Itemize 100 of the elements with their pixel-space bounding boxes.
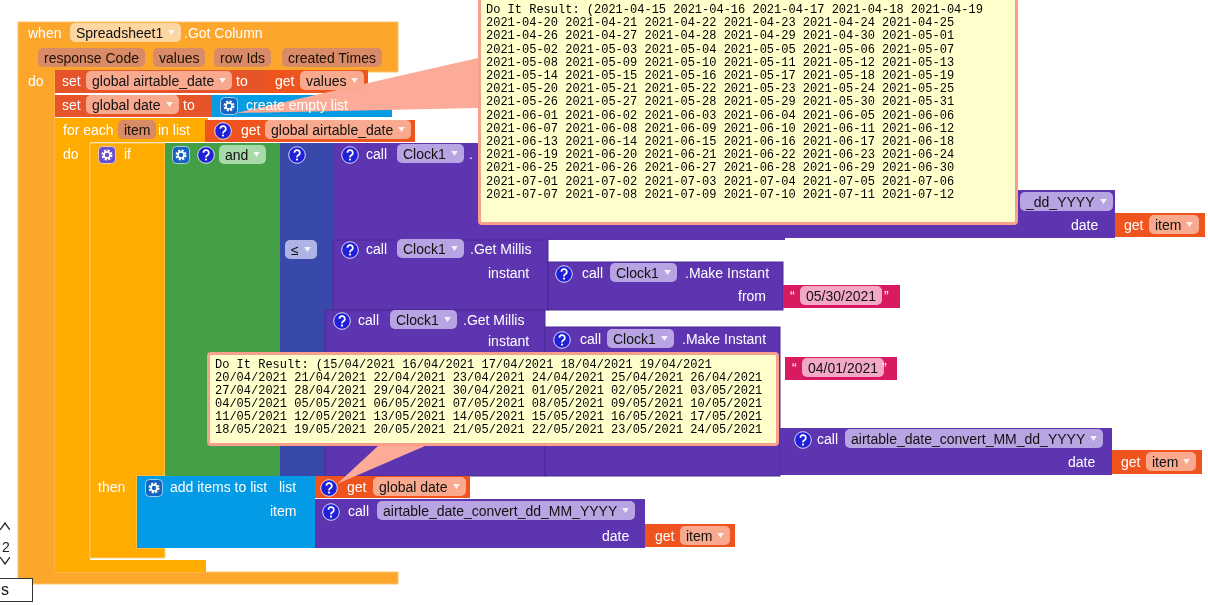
gear-icon[interactable] [220, 97, 238, 115]
help-icon[interactable] [322, 503, 340, 521]
component-dropdown[interactable]: Clock1 [390, 310, 457, 329]
variable-dropdown[interactable]: item [1146, 452, 1197, 471]
argument-label: date [602, 527, 630, 545]
variable-dropdown[interactable]: global date [86, 95, 179, 114]
variable-dropdown[interactable]: item [680, 526, 731, 545]
block-label: get [1121, 453, 1141, 471]
side-button[interactable]: s [0, 578, 33, 602]
help-icon[interactable] [794, 431, 812, 449]
block-label: call [366, 240, 387, 258]
caret-icon [1099, 199, 1107, 204]
caret-icon [253, 152, 261, 157]
variable-dropdown[interactable]: values [300, 71, 365, 90]
variable-dropdown[interactable]: global airtable_date [265, 120, 412, 139]
parameter-name[interactable]: row Ids [214, 48, 272, 67]
operator-dropdown[interactable]: and [219, 145, 267, 164]
caret-icon [622, 508, 630, 513]
argument-label: date [1071, 216, 1099, 234]
block-label: to [236, 72, 248, 90]
block-label: call [817, 430, 838, 448]
block-label: call [366, 145, 387, 163]
procedure-dropdown[interactable]: airtable_date_convert_MM_dd_YYYY [845, 429, 1104, 448]
procedure-dropdown[interactable]: _dd_YYYY [1020, 192, 1113, 211]
block-label: get [655, 527, 675, 545]
caret-icon [1090, 436, 1098, 441]
argument-label: item [270, 502, 297, 520]
quote-mark: ” [882, 359, 887, 377]
result-line: 2021-07-07 2021-07-08 2021-07-09 2021-07-10 2021-07-11 2021-07-12 [486, 188, 956, 203]
caret-icon [1183, 459, 1191, 464]
result-line: 2021-05-02 2021-05-03 2021-05-04 2021-05-05 2021-05-06 2021-05-07 [486, 43, 956, 57]
parameter-name[interactable]: values [153, 48, 206, 67]
caret-icon [450, 246, 458, 251]
operator-dropdown[interactable]: ≤ [285, 240, 317, 259]
result-line: Do It Result: (2021-04-15 2021-04-16 2021-04-17 2021-04-18 2021-04-19 [486, 4, 984, 17]
procedure-dropdown[interactable]: airtable_date_convert_dd_MM_YYYY [377, 501, 636, 520]
block-label: set [62, 96, 81, 114]
help-icon[interactable] [333, 312, 351, 330]
caret-icon [168, 30, 176, 35]
component-dropdown[interactable]: Clock1 [607, 329, 674, 348]
component-dropdown[interactable]: Clock1 [610, 263, 677, 282]
method-name: . [469, 145, 473, 163]
result-line: 2021-07-01 2021-07-02 2021-07-03 2021-07-04 2021-07-05 2021-07-06 [486, 175, 956, 189]
block-label: when [28, 24, 62, 42]
caret-icon [1186, 222, 1194, 227]
help-icon[interactable] [197, 146, 215, 164]
component-dropdown[interactable]: Clock1 [397, 239, 464, 258]
variable-name[interactable]: item [118, 120, 157, 139]
block-label: to [183, 96, 195, 114]
block-label: call [580, 330, 601, 348]
caret-icon [351, 78, 359, 83]
parameter-name[interactable]: created Times [282, 48, 382, 67]
zoom-level: 2 [2, 539, 10, 555]
quote-mark: “ [790, 287, 795, 305]
component-dropdown[interactable]: Clock1 [397, 144, 464, 163]
help-icon[interactable] [553, 331, 571, 349]
variable-dropdown[interactable]: global date [373, 477, 466, 496]
gear-icon[interactable] [172, 146, 190, 164]
result-line: 2021-04-26 2021-04-27 2021-04-28 2021-04-29 2021-04-30 2021-05-01 [486, 30, 956, 44]
block-label: call [348, 502, 369, 520]
help-icon[interactable] [341, 241, 359, 259]
help-icon[interactable] [320, 479, 338, 497]
result-line: 18/05/2021 19/05/2021 20/05/2021 21/05/2021 22/05/2021 23/05/2021 24/05/2021 [215, 424, 764, 437]
block-label: in list [158, 121, 190, 139]
block-label: add items to list [170, 478, 268, 496]
argument-label: instant [488, 264, 530, 282]
caret-icon [450, 151, 458, 156]
call-block[interactable] [547, 261, 784, 311]
result-line: Do It Result: (15/04/2021 16/04/2021 17/04/2021 18/04/2021 19/04/2021 [215, 359, 713, 372]
help-icon[interactable] [555, 265, 573, 283]
block-label: then [98, 478, 126, 496]
result-line: 20/04/2021 21/04/2021 22/04/2021 23/04/2021 24/04/2021 25/04/2021 26/04/2021 [215, 372, 764, 385]
block-label: get [241, 121, 261, 139]
help-icon[interactable] [214, 122, 232, 140]
caret-icon [663, 270, 671, 275]
result-line: 11/05/2021 12/05/2021 13/05/2021 14/05/2021 15/05/2021 16/05/2021 17/05/2021 [215, 411, 764, 424]
argument-label: instant [488, 332, 530, 350]
gear-icon[interactable] [145, 479, 163, 497]
result-line: 2021-05-08 2021-05-09 2021-05-10 2021-05-11 2021-05-12 2021-05-13 [486, 56, 956, 70]
parameter-name[interactable]: response Code [38, 48, 145, 67]
caret-icon [452, 484, 460, 489]
help-icon[interactable] [288, 146, 306, 164]
gear-icon[interactable] [98, 146, 116, 164]
call-block[interactable] [332, 239, 549, 311]
variable-dropdown[interactable]: global airtable_date [86, 71, 233, 90]
text-value[interactable]: 05/30/2021 [800, 286, 883, 305]
method-name: .Make Instant [682, 330, 767, 348]
method-name: .Get Millis [463, 311, 525, 329]
component-dropdown[interactable]: Spreadsheet1 [70, 23, 182, 42]
result-line: 2021-05-26 2021-05-27 2021-05-28 2021-05-29 2021-05-30 2021-05-31 [486, 96, 956, 110]
block-label: call [358, 311, 379, 329]
method-name: .Get Millis [470, 240, 532, 258]
argument-label: date [1068, 453, 1096, 471]
result-line: 2021-06-01 2021-06-02 2021-06-03 2021-06-04 2021-06-05 2021-06-06 [486, 109, 956, 123]
help-icon[interactable] [341, 146, 359, 164]
variable-dropdown[interactable]: item [1149, 215, 1200, 234]
result-line: 2021-06-07 2021-06-08 2021-06-09 2021-06-10 2021-06-11 2021-06-12 [486, 122, 956, 136]
result-line: 2021-06-25 2021-06-26 2021-06-27 2021-06-28 2021-06-29 2021-06-30 [486, 162, 956, 176]
caret-icon [219, 78, 227, 83]
block-label: for each [63, 121, 114, 139]
